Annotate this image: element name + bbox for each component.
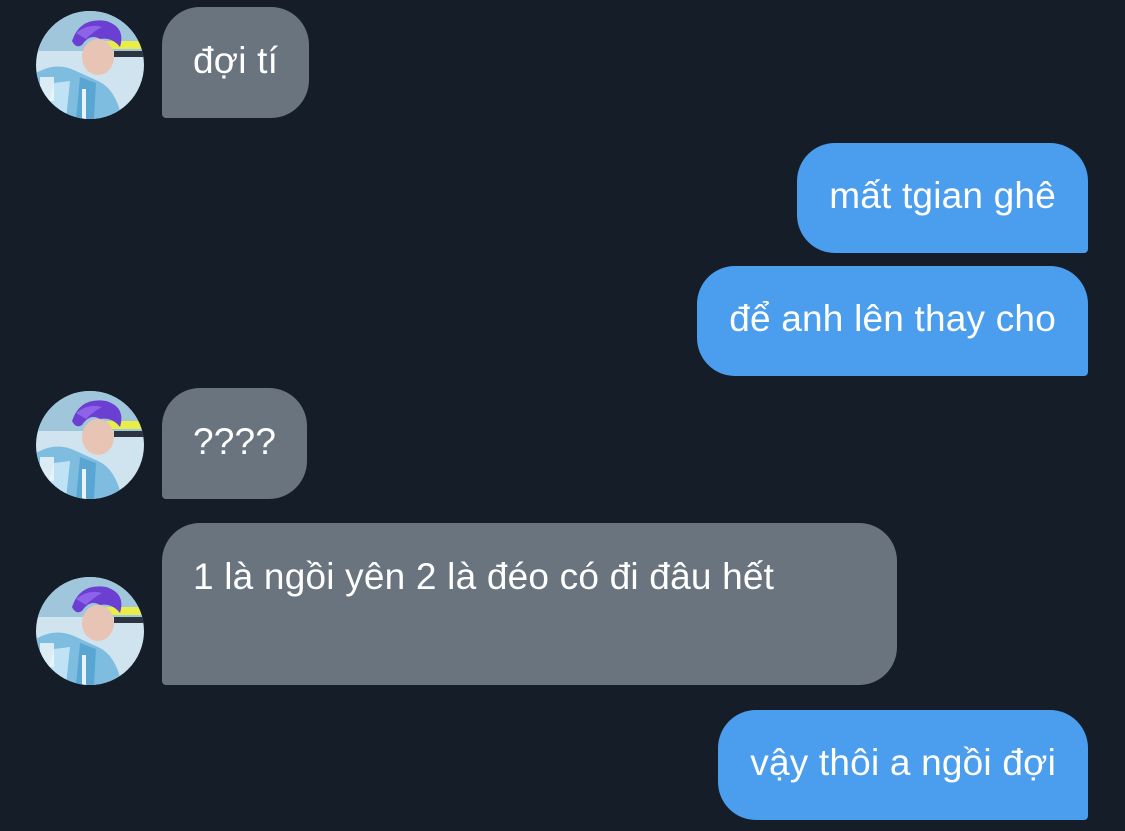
message-bubble-outgoing[interactable]: vậy thôi a ngồi đợi — [718, 710, 1088, 820]
message-bubble-outgoing[interactable]: để anh lên thay cho — [697, 266, 1088, 376]
chat-thread: đợi tí mất tgian ghê để anh lên thay cho… — [0, 0, 1125, 831]
profile-photo-icon — [36, 11, 144, 119]
message-bubble-incoming[interactable]: ???? — [162, 388, 308, 499]
avatar[interactable] — [36, 391, 144, 499]
message-bubble-incoming[interactable]: 1 là ngồi yên 2 là đéo có đi đâu hết — [162, 523, 897, 685]
avatar[interactable] — [36, 11, 144, 119]
message-bubble-incoming[interactable]: đợi tí — [162, 7, 310, 118]
profile-photo-icon — [36, 577, 144, 685]
avatar[interactable] — [36, 577, 144, 685]
message-bubble-outgoing[interactable]: mất tgian ghê — [797, 143, 1088, 253]
profile-photo-icon — [36, 391, 144, 499]
